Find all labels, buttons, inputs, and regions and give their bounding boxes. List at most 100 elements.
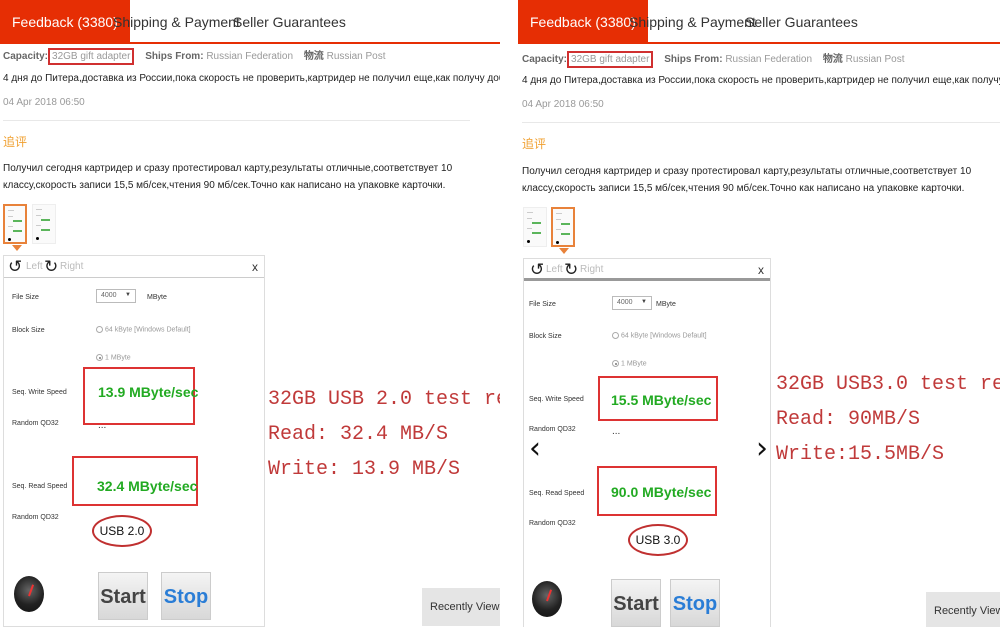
random-qd32-label: Random QD32 (12, 420, 59, 427)
file-size-select[interactable]: 4000 ▼ (612, 296, 652, 310)
rotate-left-icon[interactable]: ↺ (8, 258, 22, 275)
review-date: 04 Apr 2018 06:50 (522, 99, 604, 110)
thumbnail-pointer (12, 245, 22, 251)
write-speed-label: Seq. Write Speed (529, 396, 584, 403)
write-speed-value: 13.9 MByte/sec (98, 384, 199, 400)
ships-from-value: Russian Federation (725, 54, 813, 65)
tab-seller-guarantees[interactable]: Seller Guarantees (745, 0, 858, 42)
rotate-right-icon[interactable]: ↻ (564, 261, 578, 278)
rotate-left-label[interactable]: Left (546, 264, 563, 275)
close-icon[interactable]: x (252, 260, 258, 274)
start-button[interactable]: Start (611, 579, 661, 627)
recently-viewed-button[interactable]: Recently Viewed (926, 592, 1000, 627)
viewer-toolbar: ↺ Left ↻ Right x (524, 259, 770, 281)
block-size-label: Block Size (12, 327, 45, 334)
image-viewer: ↺ Left ↻ Right x File Size 4000 ▼ MByte B… (3, 255, 265, 627)
rotate-left-icon[interactable]: ↺ (530, 261, 544, 278)
block-size-option-1m[interactable]: 1 MByte (96, 354, 131, 361)
ships-from-label: Ships From: (664, 54, 723, 65)
recently-viewed-label: Recently Viewed (934, 605, 1000, 617)
write-speed-label: Seq. Write Speed (12, 389, 67, 396)
sku-meta: Capacity: 32GB gift adapter Ships From: R… (522, 50, 905, 68)
start-button[interactable]: Start (98, 572, 148, 620)
chevron-down-icon: ▼ (641, 299, 647, 305)
speedometer-icon (14, 576, 44, 612)
radio-icon (612, 332, 619, 339)
thumbnail-1[interactable] (523, 207, 547, 247)
recently-viewed-label: Recently Viewed (430, 601, 500, 613)
random-qd32-label-2: Random QD32 (12, 514, 59, 521)
tab-shipping-payment[interactable]: Shipping & Payment (629, 0, 756, 42)
file-size-unit: MByte (147, 294, 167, 301)
usb-version-badge: USB 2.0 (92, 515, 152, 547)
viewer-toolbar: ↺ Left ↻ Right x (4, 256, 264, 278)
stop-button[interactable]: Stop (670, 579, 720, 627)
thumbnail-2[interactable] (551, 207, 575, 247)
radio-label: 1 MByte (621, 360, 647, 368)
radio-label: 64 kByte [Windows Default] (105, 326, 191, 334)
block-size-option-64k[interactable]: 64 kByte [Windows Default] (612, 332, 707, 339)
file-size-label: File Size (12, 294, 39, 301)
read-speed-value: 90.0 MByte/sec (611, 484, 712, 500)
read-speed-value: 32.4 MByte/sec (97, 478, 198, 494)
chevron-down-icon: ▼ (125, 292, 131, 298)
file-size-unit: MByte (656, 301, 676, 308)
annotation-write: Write:15.5MB/S (776, 443, 945, 466)
speedometer-icon (532, 581, 562, 617)
read-speed-label: Seq. Read Speed (12, 483, 68, 490)
logistics-value: Russian Post (845, 54, 905, 65)
rotate-right-label[interactable]: Right (60, 261, 83, 272)
random-qd32-value: ... (98, 420, 107, 431)
review-date: 04 Apr 2018 06:50 (3, 97, 85, 108)
random-qd32-label-2: Random QD32 (529, 520, 576, 527)
recently-viewed-button[interactable]: Recently Viewed▲ (422, 588, 500, 626)
block-size-label: Block Size (529, 333, 562, 340)
capacity-label: Capacity: (522, 54, 568, 65)
review-panel-usb2: Feedback (3380) Shipping & Payment Selle… (0, 0, 500, 627)
radio-selected-icon (96, 354, 103, 361)
logistics-label: 物流 (822, 54, 843, 65)
divider (522, 122, 1000, 123)
radio-label: 64 kByte [Windows Default] (621, 332, 707, 340)
tab-shipping-payment[interactable]: Shipping & Payment (113, 0, 240, 42)
review-text: 4 дня до Питера,доставка из России,пока … (522, 75, 1000, 86)
annotation-read: Read: 90MB/S (776, 408, 921, 431)
annotation-read: Read: 32.4 MB/S (268, 423, 449, 446)
thumbnail-2[interactable] (32, 204, 56, 244)
block-size-option-1m[interactable]: 1 MByte (612, 360, 647, 367)
file-size-label: File Size (529, 301, 556, 308)
review-text: 4 дня до Питера,доставка из России,пока … (3, 73, 500, 84)
thumbnail-pointer (559, 248, 569, 254)
image-viewer: ↺ Left ↻ Right x File Size 4000 ▼ MByte B… (523, 258, 771, 627)
annotation-title: 32GB USB 2.0 test result (268, 388, 500, 411)
close-icon[interactable]: x (758, 263, 764, 277)
tab-seller-guarantees[interactable]: Seller Guarantees (233, 0, 346, 42)
read-speed-label: Seq. Read Speed (529, 490, 585, 497)
thumbnail-1[interactable] (3, 204, 27, 244)
file-size-select[interactable]: 4000 ▼ (96, 289, 136, 303)
rotate-right-label[interactable]: Right (580, 264, 603, 275)
tab-bar: Feedback (3380) Shipping & Payment Selle… (518, 0, 1000, 44)
divider (3, 120, 470, 121)
rotate-left-label[interactable]: Left (26, 261, 43, 272)
followup-label: 追评 (522, 137, 547, 151)
block-size-option-64k[interactable]: 64 kByte [Windows Default] (96, 326, 191, 333)
radio-selected-icon (612, 360, 619, 367)
tab-bar: Feedback (3380) Shipping & Payment Selle… (0, 0, 500, 44)
followup-text: Получил сегодня картридер и сразу протес… (522, 166, 972, 194)
write-speed-value: 15.5 MByte/sec (611, 392, 712, 408)
file-size-value: 4000 (101, 292, 117, 299)
random-qd32-value: ... (612, 426, 621, 437)
logistics-value: Russian Post (326, 51, 386, 62)
sku-meta: Capacity: 32GB gift adapter Ships From: R… (3, 47, 386, 65)
followup-label: 追评 (3, 135, 28, 149)
rotate-right-icon[interactable]: ↻ (44, 258, 58, 275)
capacity-value: 32GB gift adapter (48, 48, 135, 65)
ships-from-label: Ships From: (145, 51, 204, 62)
next-image-arrow[interactable]: › (756, 434, 768, 464)
previous-image-arrow[interactable]: ‹ (529, 434, 541, 464)
annotation-write: Write: 13.9 MB/S (268, 458, 461, 481)
stop-button[interactable]: Stop (161, 572, 211, 620)
tab-feedback[interactable]: Feedback (3380) (0, 0, 130, 42)
logistics-label: 物流 (303, 51, 324, 62)
